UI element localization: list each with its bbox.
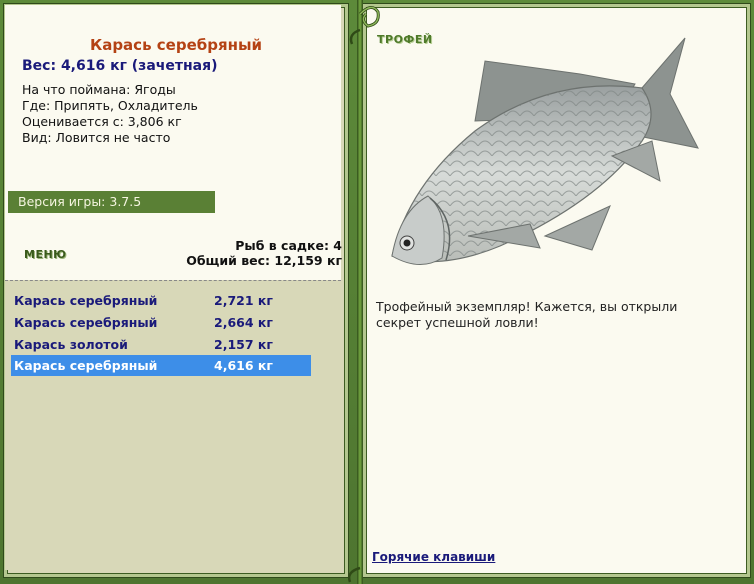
catch-item-name: Карась золотой [14,337,128,352]
kind-info: Вид: Ловится не часто [22,130,171,145]
catch-item-weight: 2,721 кг [214,293,273,308]
fish-weight: Вес: 4,616 кг (зачетная) [22,58,218,74]
hotkeys-link[interactable]: Горячие клавиши [372,550,495,564]
trophy-message: Трофейный экземпляр! Кажется, вы открыли… [376,299,678,330]
catch-list-item[interactable]: Карась серебряный 2,721 кг [11,290,311,311]
game-version-bar: Версия игры: 3.7.5 [8,191,215,213]
list-divider [5,280,341,281]
keepnet-count: Рыб в садке: 4 [235,238,342,253]
catch-item-weight: 2,664 кг [214,315,273,330]
location-info: Где: Припять, Охладитель [22,98,198,113]
catch-list-item[interactable]: Карась золотой 2,157 кг [11,334,311,355]
catch-list-item[interactable]: Карась серебряный 2,664 кг [11,312,311,333]
rated-from-info: Оценивается с: 3,806 кг [22,114,182,129]
keepnet-stats: Рыб в садке: 4 Общий вес: 12,159 кг [186,238,342,268]
fish-name-title: Карась серебряный [89,36,263,54]
catch-item-name: Карась серебряный [14,293,158,308]
crucian-carp-image [391,37,699,265]
catch-list-item-selected[interactable]: Карась серебряный 4,616 кг [11,355,311,376]
catch-item-name: Карась серебряный [14,315,158,330]
keepnet-total-weight: Общий вес: 12,159 кг [186,253,342,268]
vine-decoration [347,0,380,584]
catch-item-name: Карась серебряный [14,358,158,373]
catch-item-weight: 4,616 кг [214,358,273,373]
bait-info: На что поймана: Ягоды [22,82,176,97]
catch-item-weight: 2,157 кг [214,337,273,352]
menu-button[interactable]: МЕНЮ [24,248,67,261]
